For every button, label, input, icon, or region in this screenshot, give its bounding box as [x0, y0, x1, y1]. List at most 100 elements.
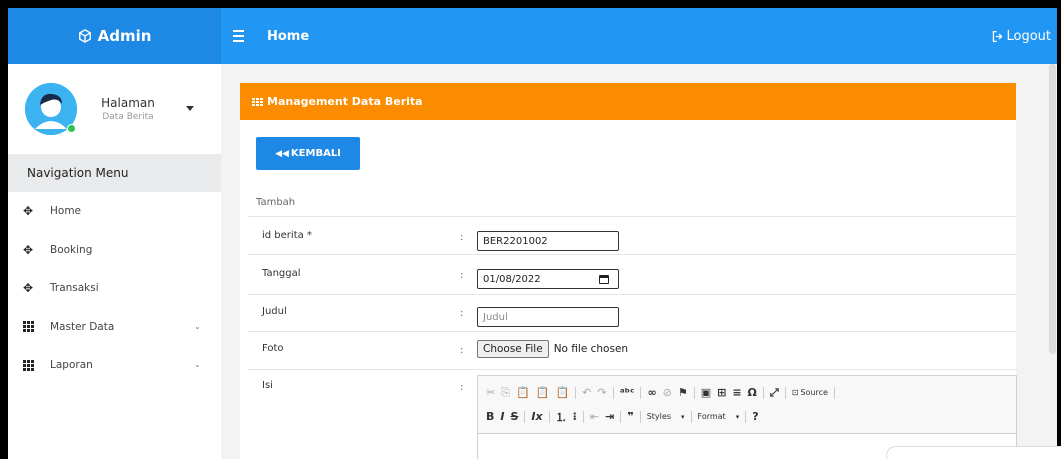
source-icon: ⊡ [791, 388, 799, 397]
calendar-icon[interactable] [599, 275, 609, 284]
special-char-icon[interactable]: Ω [748, 386, 757, 399]
sign-out-icon [993, 30, 1003, 43]
paste-icon[interactable]: 📋 [516, 386, 530, 399]
floating-element [886, 446, 1061, 459]
avatar [25, 83, 77, 135]
format-dropdown[interactable]: Format ▾ [698, 412, 740, 421]
chevron-down-icon: ⌄ [194, 360, 201, 369]
sidebar-item-transaksi[interactable]: ✥ Transaksi [8, 269, 221, 308]
sidebar-item-label: Home [50, 205, 82, 218]
grid-icon [22, 321, 34, 333]
form-subtitle: Tambah [256, 197, 296, 208]
form-panel: ◀◀ KEMBALI Tambah id berita * : BER22010… [240, 120, 1017, 459]
foto-file-input[interactable]: Choose File No file chosen [477, 340, 628, 358]
profile-name: Halaman [101, 96, 155, 110]
online-status-dot [67, 124, 76, 133]
styles-dropdown[interactable]: Styles ▾ [647, 412, 685, 421]
tanggal-date-input[interactable]: 01/08/2022 [477, 269, 619, 289]
row-divider [248, 369, 1017, 370]
app-frame: Admin Home Logout Halaman Data Berita Na… [8, 8, 1057, 459]
maximize-icon[interactable]: ⤢ [770, 386, 779, 400]
bulleted-list-icon[interactable]: ⁝ [573, 410, 577, 423]
caret-down-icon: ▾ [735, 412, 740, 421]
colon: : [460, 232, 464, 243]
logout-button[interactable]: Logout [991, 29, 1051, 44]
sidebar: Halaman Data Berita Navigation Menu ✥ Ho… [8, 64, 221, 459]
italic-icon[interactable]: I [500, 410, 504, 423]
label-judul: Judul [262, 306, 287, 317]
row-divider [248, 331, 1017, 332]
colon: : [460, 270, 464, 281]
source-button[interactable]: ⊡ Source [792, 388, 828, 397]
help-button[interactable]: ? [752, 410, 758, 423]
link-icon[interactable]: ∞ [647, 386, 656, 399]
indent-icon[interactable]: ⇥ [605, 410, 614, 423]
horizontal-line-icon[interactable]: ≡ [732, 386, 741, 399]
menu-toggle-icon[interactable] [233, 30, 255, 42]
table-insert-icon[interactable]: ⊞ [717, 386, 726, 399]
profile-block[interactable]: Halaman Data Berita [8, 64, 221, 154]
caret-down-icon[interactable] [186, 106, 194, 111]
chevron-down-icon: ⌄ [194, 321, 201, 331]
file-status: No file chosen [553, 343, 629, 355]
bold-icon[interactable]: B [486, 410, 494, 423]
unlink-icon[interactable]: ⊘ [663, 386, 672, 399]
sidebar-item-laporan[interactable]: Laporan ⌄ [8, 346, 221, 385]
sidebar-item-master-data[interactable]: Master Data ⌄ [8, 308, 221, 347]
sidebar-item-booking[interactable]: ✥ Booking [8, 231, 221, 270]
logout-label: Logout [1006, 29, 1051, 44]
back-button-label: KEMBALI [290, 148, 341, 159]
sidebar-item-label: Transaksi [50, 282, 99, 295]
strikethrough-icon[interactable]: S [510, 410, 518, 423]
row-divider [248, 216, 1017, 217]
undo-icon[interactable]: ↶ [582, 386, 591, 399]
choose-file-button[interactable]: Choose File [477, 340, 549, 358]
sidebar-item-label: Master Data [50, 320, 115, 333]
numbered-list-icon[interactable]: ⒈ [556, 409, 567, 425]
colon: : [460, 345, 464, 356]
label-id-berita: id berita * [262, 230, 312, 241]
cut-icon[interactable]: ✂ [486, 386, 495, 399]
arrows-move-icon: ✥ [22, 242, 34, 257]
row-divider [248, 294, 1017, 295]
grid-icon [22, 359, 34, 371]
id-berita-input[interactable]: BER2201002 [477, 231, 619, 251]
label-isi: Isi [262, 380, 273, 391]
row-divider [248, 254, 1017, 255]
spellcheck-icon[interactable]: ᵃᵇᶜ [620, 386, 635, 399]
profile-subtitle: Data Berita [102, 112, 154, 122]
copy-icon[interactable]: ⎘ [501, 386, 510, 400]
panel-title: Management Data Berita [267, 95, 423, 108]
paste-word-icon[interactable]: 📋 [555, 386, 569, 399]
sidebar-item-label: Laporan [50, 359, 93, 372]
blockquote-icon[interactable]: ❞ [627, 410, 633, 423]
page-title: Home [267, 28, 310, 44]
image-icon[interactable]: ▣ [701, 386, 711, 399]
nav-heading: Navigation Menu [8, 154, 221, 192]
sidebar-item-home[interactable]: ✥ Home [8, 192, 221, 231]
editor-toolbar-row-2: B I S Ix ⒈ ⁝ ⇤ ⇥ ❞ Styles ▾ Format ▾ ? [478, 406, 1016, 427]
styles-label: Styles [646, 412, 671, 421]
judul-input[interactable]: Judul [477, 307, 619, 327]
redo-icon[interactable]: ↷ [597, 386, 606, 399]
cube-icon [78, 29, 91, 43]
brand[interactable]: Admin [8, 8, 221, 64]
top-bar: Home Logout [221, 8, 1057, 64]
page-scrollbar[interactable] [1048, 64, 1057, 459]
source-label: Source [800, 388, 828, 397]
colon: : [460, 308, 464, 319]
sidebar-item-label: Booking [50, 243, 93, 256]
brand-title: Admin [97, 27, 152, 45]
date-value: 01/08/2022 [483, 273, 541, 285]
label-foto: Foto [262, 343, 284, 354]
label-tanggal: Tanggal [262, 268, 301, 279]
double-chevron-left-icon: ◀◀ [275, 148, 289, 159]
table-icon [252, 97, 263, 106]
outdent-icon[interactable]: ⇤ [590, 410, 599, 423]
anchor-flag-icon[interactable]: ⚑ [678, 386, 688, 399]
remove-format-icon[interactable]: Ix [531, 410, 542, 423]
paste-text-icon[interactable]: 📋 [536, 386, 550, 399]
arrows-move-icon: ✥ [22, 281, 34, 296]
editor-toolbar-row-1: ✂ ⎘ 📋 📋 📋 ↶ ↷ ᵃᵇᶜ ∞ ⊘ ⚑ ▣ ⊞ ≡ Ω ⤢ ⊡ Sour… [478, 382, 1016, 403]
back-button[interactable]: ◀◀ KEMBALI [256, 137, 360, 170]
